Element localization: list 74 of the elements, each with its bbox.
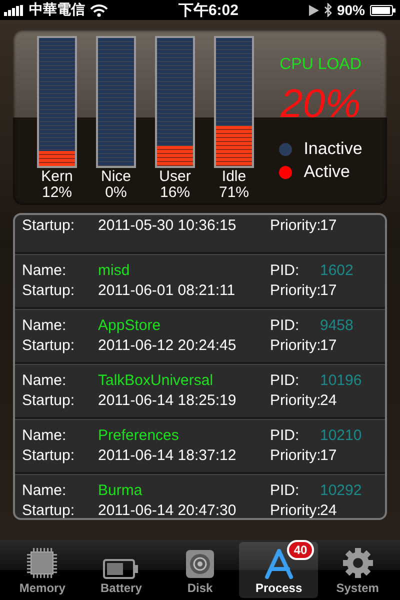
field-label: PID: xyxy=(270,480,300,500)
field-label: Name: xyxy=(22,480,68,500)
field-label: PID: xyxy=(270,260,300,280)
process-name: Burma xyxy=(98,480,144,500)
wifi-icon xyxy=(90,4,108,16)
startup-time: 2011-05-30 10:36:15 xyxy=(98,216,238,236)
field-label: Startup: xyxy=(22,336,76,356)
meter-reading: 0% xyxy=(105,185,127,201)
meter-label: User xyxy=(159,169,191,185)
battery-percent: 90% xyxy=(336,2,365,18)
app-store-icon xyxy=(264,549,294,579)
field-label: Name: xyxy=(22,260,68,280)
field-label: Priority: xyxy=(270,336,320,356)
field-label: Startup: xyxy=(22,446,76,466)
startup-time: 2011-06-12 20:24:45 xyxy=(98,336,238,356)
field-label: PID: xyxy=(270,316,300,336)
process-name: misd xyxy=(98,260,131,280)
field-label: Priority: xyxy=(270,216,320,236)
process-name: Preferences xyxy=(98,426,180,446)
field-label: Startup: xyxy=(22,390,76,410)
process-pid: 10210 xyxy=(320,426,362,446)
legend-label: Inactive xyxy=(304,139,362,159)
startup-time: 2011-06-01 08:21:11 xyxy=(98,280,236,300)
field-label: Priority: xyxy=(270,390,320,410)
meter-label: Nice xyxy=(100,169,131,185)
field-label: Priority: xyxy=(270,280,320,300)
startup-time: 2011-06-14 18:37:12 xyxy=(98,446,238,466)
signal-icon xyxy=(4,4,24,16)
field-label: Name: xyxy=(22,426,68,446)
process-pid: 1602 xyxy=(320,260,354,280)
meter-label: Kern xyxy=(41,169,73,185)
carrier-name: 中華電信 xyxy=(29,1,85,19)
field-label: Name: xyxy=(22,370,68,390)
process-priority: 17 xyxy=(320,446,337,466)
battery-icon xyxy=(370,4,396,16)
process-priority: 17 xyxy=(320,216,337,236)
process-pid: 10196 xyxy=(320,370,362,390)
status-time: 下午6:02 xyxy=(178,0,238,20)
cpu-load-title: CPU LOAD xyxy=(280,56,362,74)
legend-label: Active xyxy=(304,162,350,182)
cpu-load-value: 20% xyxy=(280,82,361,127)
bluetooth-icon xyxy=(324,3,332,17)
settings-icon xyxy=(342,547,374,579)
meter-reading: 12% xyxy=(42,185,72,201)
count-badge: 40 xyxy=(286,540,314,560)
tab[interactable]: Memory xyxy=(3,542,82,598)
tab[interactable]: Battery xyxy=(82,542,161,598)
play-icon xyxy=(308,4,319,16)
meter-label: Idle xyxy=(222,169,246,185)
process-name: TalkBoxUniversal xyxy=(98,370,214,390)
field-label: Startup: xyxy=(22,280,76,300)
process-priority: 17 xyxy=(320,280,337,300)
tab[interactable]: System xyxy=(318,542,397,598)
process-priority: 24 xyxy=(320,390,337,410)
field-label: Priority: xyxy=(270,500,320,518)
startup-time: 2011-06-14 20:47:30 xyxy=(98,500,238,518)
field-label: Name: xyxy=(22,316,68,336)
tab[interactable]: Process 40 xyxy=(239,542,318,598)
field-label: Startup: xyxy=(22,216,76,236)
process-pid: 9458 xyxy=(320,316,354,336)
battery-icon xyxy=(103,559,140,579)
process-priority: 24 xyxy=(320,500,337,518)
meter-reading: 16% xyxy=(160,185,190,201)
chip-icon xyxy=(26,547,58,579)
meter-reading: 71% xyxy=(218,185,250,201)
field-label: PID: xyxy=(270,370,300,390)
process-name: AppStore xyxy=(98,316,162,336)
field-label: Startup: xyxy=(22,500,76,518)
startup-time: 2011-06-14 18:25:19 xyxy=(98,390,238,410)
process-priority: 17 xyxy=(320,336,337,356)
field-label: Priority: xyxy=(270,446,320,466)
process-pid: 10292 xyxy=(320,480,362,500)
tab[interactable]: Disk xyxy=(160,542,240,598)
field-label: PID: xyxy=(270,426,300,446)
